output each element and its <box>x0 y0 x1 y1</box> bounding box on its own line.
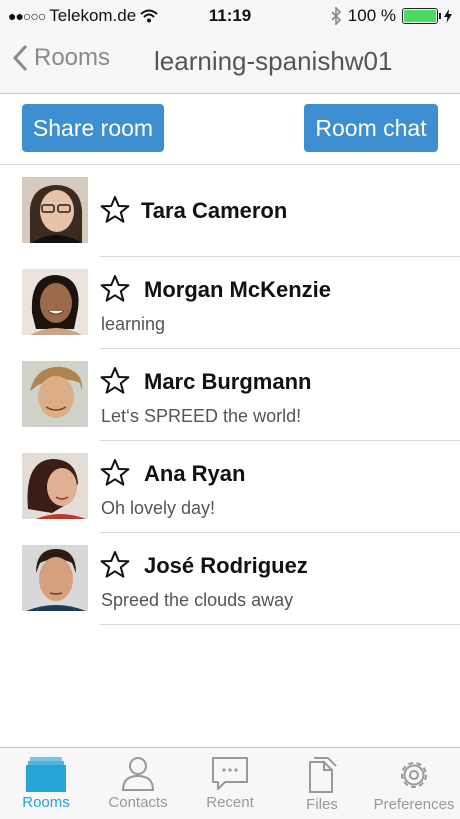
battery-percent: 100 % <box>347 6 396 25</box>
list-item[interactable]: Tara Cameron <box>0 165 460 257</box>
contact-name: Morgan McKenzie <box>144 277 332 302</box>
status-bar: ●●○○○ Telekom.de 11:19 100 % <box>0 0 460 32</box>
contacts-icon <box>121 757 155 791</box>
star-icon[interactable] <box>100 458 130 488</box>
files-icon <box>309 757 337 793</box>
tab-recent[interactable]: Recent <box>184 748 276 819</box>
room-actions: Share room Room chat <box>0 94 460 165</box>
tab-label: Rooms <box>22 794 70 811</box>
contact-status: learning <box>101 314 166 334</box>
back-label: Rooms <box>34 44 111 71</box>
contact-name: Tara Cameron <box>141 198 288 223</box>
list-item[interactable]: Morgan McKenzie learning <box>0 257 460 349</box>
row-divider <box>100 624 460 625</box>
bluetooth-icon <box>331 7 341 25</box>
battery-icon <box>402 8 441 24</box>
avatar <box>22 177 88 243</box>
tab-rooms[interactable]: Rooms <box>0 748 92 819</box>
contact-status: Spreed the clouds away <box>101 590 294 610</box>
list-item[interactable]: Ana Ryan Oh lovely day! <box>0 441 460 533</box>
tab-label: Contacts <box>108 794 168 811</box>
rooms-icon <box>26 757 66 792</box>
share-room-button[interactable]: Share room <box>22 104 164 152</box>
tab-label: Files <box>306 796 338 813</box>
recent-icon <box>212 757 248 790</box>
avatar <box>22 453 88 519</box>
chevron-left-icon <box>12 44 28 72</box>
contact-list: Tara Cameron Morgan McKenzie learning Ma… <box>0 165 460 625</box>
gear-icon <box>401 762 427 788</box>
star-icon[interactable] <box>100 195 130 225</box>
star-icon[interactable] <box>100 274 130 304</box>
tab-preferences[interactable]: Preferences <box>368 748 460 819</box>
contact-name: Ana Ryan <box>144 461 246 486</box>
star-icon[interactable] <box>100 550 130 580</box>
contact-status: Oh lovely day! <box>101 498 216 518</box>
room-chat-button[interactable]: Room chat <box>304 104 438 152</box>
page-title: learning-spanishw01 <box>154 46 393 76</box>
tab-label: Recent <box>206 794 254 811</box>
avatar <box>22 545 88 611</box>
status-right: 100 % <box>330 6 452 26</box>
star-icon[interactable] <box>100 366 130 396</box>
list-item[interactable]: José Rodriguez Spreed the clouds away <box>0 533 460 625</box>
navigation-bar: Rooms learning-spanishw01 <box>0 32 460 94</box>
contact-status: Let‘s SPREED the world! <box>101 406 302 426</box>
back-button[interactable]: Rooms <box>12 44 110 72</box>
charging-icon <box>444 9 452 23</box>
contact-name: José Rodriguez <box>144 553 308 578</box>
tab-bar: Rooms Contacts Recent Files Preferences <box>0 747 460 819</box>
avatar <box>22 361 88 427</box>
list-item[interactable]: Marc Burgmann Let‘s SPREED the world! <box>0 349 460 441</box>
tab-label: Preferences <box>373 796 455 813</box>
tab-contacts[interactable]: Contacts <box>92 748 184 819</box>
avatar <box>22 269 88 335</box>
contact-name: Marc Burgmann <box>144 369 312 394</box>
tab-files[interactable]: Files <box>276 748 368 819</box>
